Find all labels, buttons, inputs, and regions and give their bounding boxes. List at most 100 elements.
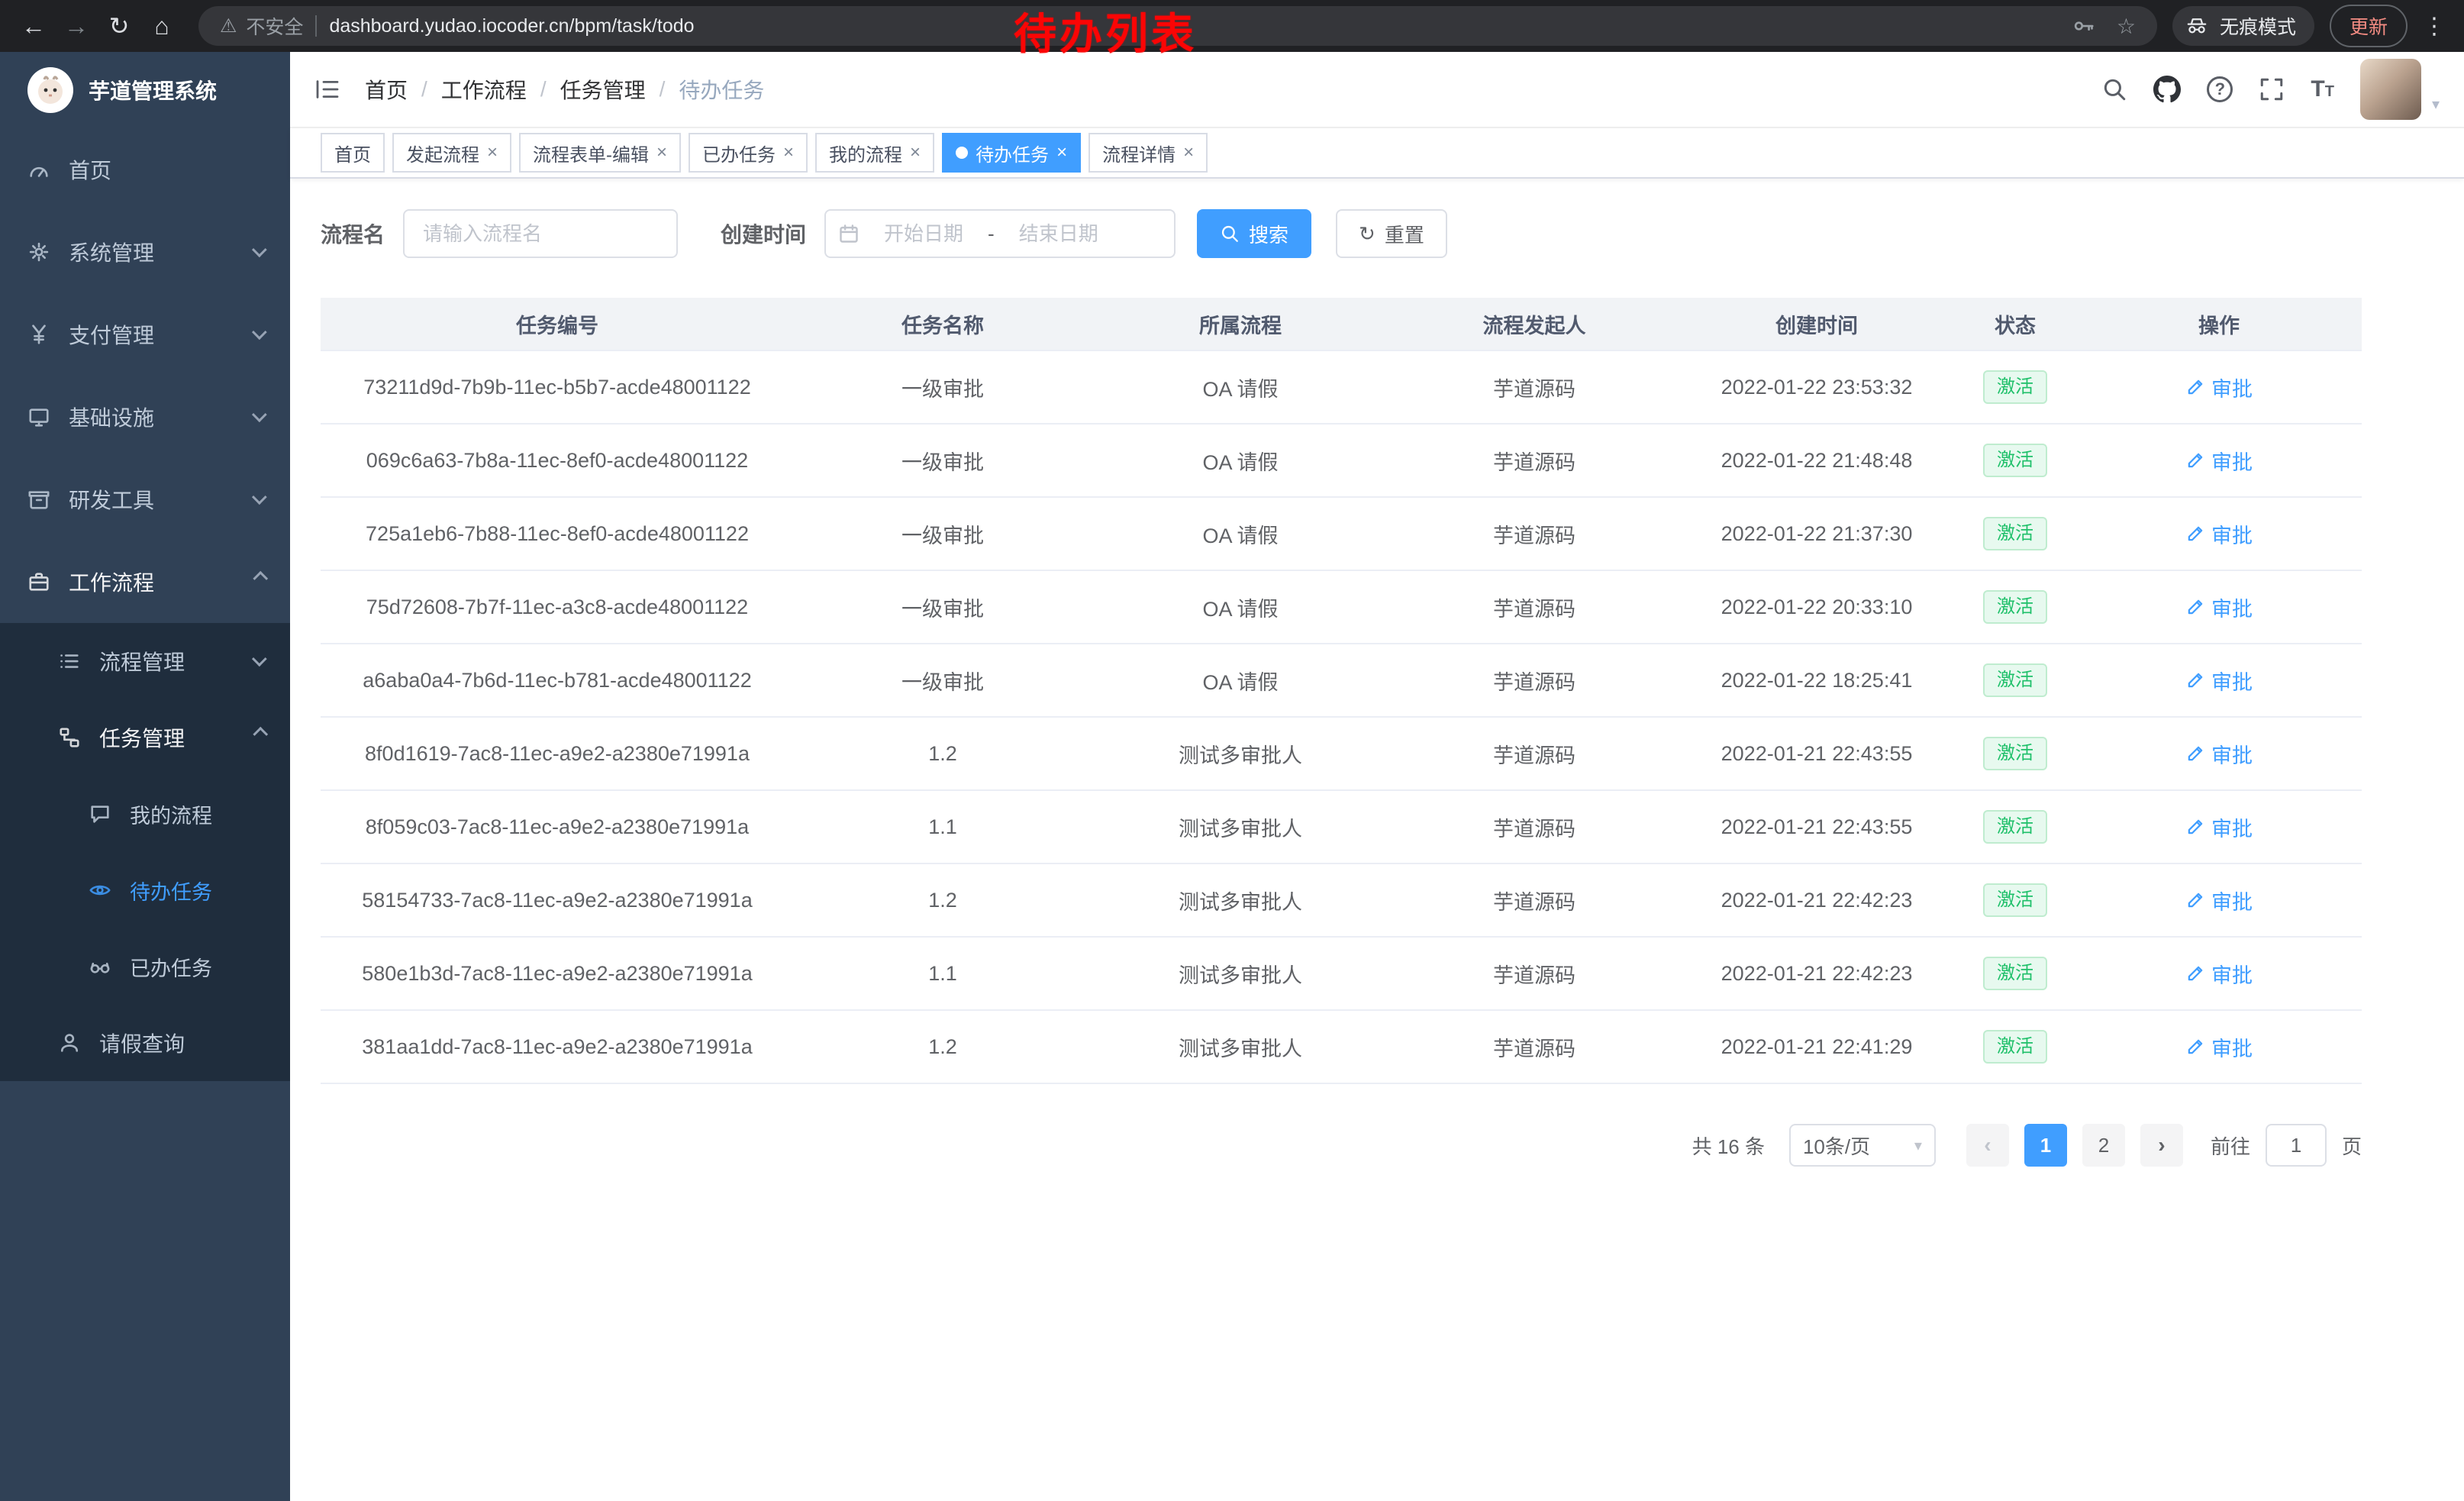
- close-icon[interactable]: ×: [1183, 144, 1194, 162]
- search-button[interactable]: 搜索: [1197, 209, 1311, 258]
- help-icon[interactable]: ?: [2207, 76, 2233, 102]
- approve-link[interactable]: 审批: [2185, 592, 2253, 622]
- status-badge: 激活: [1983, 590, 2047, 624]
- task-initiator: 芋道源码: [1389, 864, 1679, 936]
- approve-link[interactable]: 审批: [2185, 373, 2253, 402]
- tab-todo-tasks[interactable]: 待办任务 ×: [942, 133, 1081, 173]
- close-icon[interactable]: ×: [656, 144, 667, 162]
- sidebar-item-process-mgmt[interactable]: 流程管理: [0, 623, 290, 699]
- task-initiator: 芋道源码: [1389, 351, 1679, 423]
- total-count: 共 16 条: [1692, 1131, 1765, 1160]
- fullscreen-icon[interactable]: [2259, 76, 2285, 102]
- page-size-select[interactable]: 10条/页 ▾: [1789, 1124, 1936, 1167]
- tab-done-tasks[interactable]: 已办任务 ×: [689, 133, 808, 173]
- approve-link[interactable]: 审批: [2185, 519, 2253, 549]
- close-icon[interactable]: ×: [487, 144, 498, 162]
- browser-forward-icon[interactable]: →: [55, 0, 98, 52]
- sidebar-item-my-process[interactable]: 我的流程: [0, 776, 290, 852]
- yen-icon: [27, 323, 50, 346]
- goto-page-input[interactable]: [2266, 1124, 2327, 1167]
- browser-update-button[interactable]: 更新: [2330, 5, 2408, 47]
- close-icon[interactable]: ×: [783, 144, 794, 162]
- sidebar-item-task-mgmt[interactable]: 任务管理: [0, 699, 290, 776]
- approve-link[interactable]: 审批: [2185, 446, 2253, 476]
- date-range-picker[interactable]: -: [824, 209, 1176, 258]
- task-id: 73211d9d-7b9b-11ec-b5b7-acde48001122: [321, 351, 794, 423]
- browser-back-icon[interactable]: ←: [12, 0, 55, 52]
- browser-home-icon[interactable]: ⌂: [140, 0, 183, 52]
- glasses-icon: [89, 955, 111, 978]
- close-icon[interactable]: ×: [1056, 144, 1067, 162]
- todo-task-table: 任务编号 任务名称 所属流程 流程发起人 创建时间 状态 操作 73211d9d…: [321, 298, 2362, 1084]
- chevron-down-icon: [252, 489, 267, 505]
- start-date-input[interactable]: [866, 222, 982, 246]
- refresh-icon: ↻: [1359, 224, 1376, 244]
- task-id: 725a1eb6-7b88-11ec-8ef0-acde48001122: [321, 498, 794, 570]
- chevron-down-icon: [252, 324, 267, 340]
- approve-link[interactable]: 审批: [2185, 1032, 2253, 1062]
- sidebar-item-workflow[interactable]: 工作流程: [0, 541, 290, 623]
- key-icon[interactable]: [2072, 15, 2095, 37]
- breadcrumb-task-mgmt[interactable]: 任务管理: [560, 74, 646, 105]
- approve-link[interactable]: 审批: [2185, 739, 2253, 769]
- approve-link[interactable]: 审批: [2185, 812, 2253, 842]
- approve-link[interactable]: 审批: [2185, 959, 2253, 989]
- prev-page-button[interactable]: ‹: [1966, 1124, 2009, 1167]
- page-1-button[interactable]: 1: [2024, 1124, 2067, 1167]
- sidebar-item-done-tasks[interactable]: 已办任务: [0, 928, 290, 1005]
- tab-process-detail[interactable]: 流程详情 ×: [1088, 133, 1208, 173]
- sidebar-item-leave-query[interactable]: 请假查询: [0, 1005, 290, 1081]
- process-name-input[interactable]: [403, 209, 678, 258]
- pen-icon: [2185, 744, 2205, 763]
- browser-menu-icon[interactable]: ⋮: [2423, 13, 2446, 40]
- security-warning[interactable]: ⚠ 不安全: [220, 12, 303, 40]
- sidebar-item-home[interactable]: 首页: [0, 128, 290, 211]
- page-2-button[interactable]: 2: [2082, 1124, 2125, 1167]
- app-logo[interactable]: 芋道管理系统: [0, 52, 290, 128]
- next-page-button[interactable]: ›: [2140, 1124, 2183, 1167]
- reset-button[interactable]: ↻ 重置: [1336, 209, 1447, 258]
- pen-icon: [2185, 524, 2205, 544]
- end-date-input[interactable]: [1001, 222, 1117, 246]
- breadcrumb-home[interactable]: 首页: [365, 74, 408, 105]
- close-icon[interactable]: ×: [910, 144, 921, 162]
- avatar-caret-icon[interactable]: ▾: [2432, 95, 2440, 114]
- tab-form-edit[interactable]: 流程表单-编辑 ×: [519, 133, 681, 173]
- task-name: 1.2: [794, 864, 1092, 936]
- pen-icon: [2185, 890, 2205, 910]
- flowchart-icon: [58, 726, 81, 749]
- font-size-icon[interactable]: TT: [2311, 79, 2334, 99]
- task-created: 2022-01-21 22:42:23: [1679, 864, 1954, 936]
- tags-view: 首页 发起流程 × 流程表单-编辑 × 已办任务 × 我的流程 × 待办任务 ×: [290, 128, 2464, 179]
- breadcrumb-workflow[interactable]: 工作流程: [441, 74, 527, 105]
- col-actions: 操作: [2076, 298, 2362, 350]
- tab-home[interactable]: 首页: [321, 133, 385, 173]
- pen-icon: [2185, 670, 2205, 690]
- sidebar-item-payment[interactable]: 支付管理: [0, 293, 290, 376]
- sidebar-item-todo-tasks[interactable]: 待办任务: [0, 852, 290, 928]
- sidebar-item-devtools[interactable]: 研发工具: [0, 458, 290, 541]
- process-name-label: 流程名: [321, 218, 385, 249]
- app-title: 芋道管理系统: [89, 75, 217, 105]
- status-badge: 激活: [1983, 1030, 2047, 1064]
- approve-link[interactable]: 审批: [2185, 666, 2253, 696]
- task-process: 测试多审批人: [1092, 718, 1389, 789]
- task-name: 一级审批: [794, 498, 1092, 570]
- header-actions: ? TT ▾: [2101, 59, 2440, 120]
- task-name: 1.1: [794, 938, 1092, 1009]
- browser-refresh-icon[interactable]: ↻: [98, 0, 140, 52]
- tab-start-process[interactable]: 发起流程 ×: [392, 133, 511, 173]
- tab-my-process[interactable]: 我的流程 ×: [815, 133, 934, 173]
- approve-link[interactable]: 审批: [2185, 886, 2253, 915]
- github-icon[interactable]: [2153, 76, 2181, 103]
- user-avatar[interactable]: [2360, 59, 2421, 120]
- sidebar-item-system[interactable]: 系统管理: [0, 211, 290, 293]
- bookmark-star-icon[interactable]: ☆: [2117, 14, 2136, 39]
- page-content: 流程名 创建时间 - 搜索 ↻ 重置: [290, 179, 2464, 1167]
- task-id: 58154733-7ac8-11ec-a9e2-a2380e71991a: [321, 864, 794, 936]
- task-initiator: 芋道源码: [1389, 498, 1679, 570]
- sidebar-item-infra[interactable]: 基础设施: [0, 376, 290, 458]
- search-icon[interactable]: [2101, 76, 2127, 102]
- hamburger-icon[interactable]: [314, 77, 340, 102]
- task-id: 381aa1dd-7ac8-11ec-a9e2-a2380e71991a: [321, 1011, 794, 1083]
